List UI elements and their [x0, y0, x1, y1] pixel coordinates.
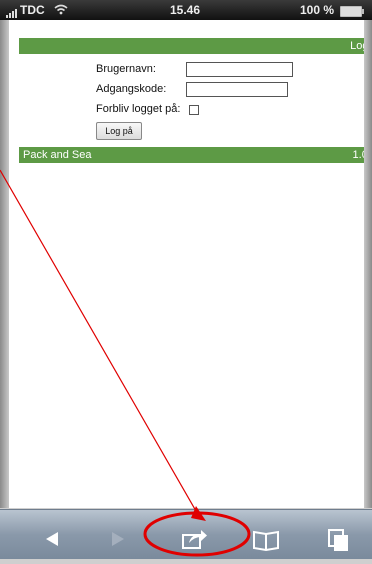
footer-bar: Pack and Sea 1.0.0 — [19, 147, 364, 163]
browser-toolbar — [0, 509, 372, 559]
tabs-icon — [328, 529, 348, 551]
username-label: Brugernavn: — [96, 63, 156, 75]
battery-icon — [340, 6, 364, 17]
wifi-icon — [54, 4, 68, 18]
app-version: 1.0.0 — [352, 149, 364, 161]
back-icon — [46, 532, 58, 546]
back-button[interactable] — [20, 510, 80, 559]
username-field[interactable] — [186, 62, 293, 77]
battery-percent: 100 % — [300, 3, 335, 17]
remember-checkbox[interactable] — [189, 105, 199, 115]
password-label: Adgangskode: — [96, 83, 167, 95]
page-edge-right — [364, 20, 372, 508]
header-bar: Login — [19, 38, 364, 54]
bookmarks-icon — [253, 530, 279, 552]
log-pa-button[interactable]: Log på — [96, 122, 142, 140]
signal-icon — [6, 4, 18, 18]
share-button[interactable] — [163, 510, 223, 559]
forward-button[interactable] — [90, 510, 150, 559]
status-bar: TDC 15.46 100 % — [0, 0, 372, 20]
login-link[interactable]: Login — [350, 38, 364, 54]
share-icon — [182, 530, 207, 549]
remember-label: Forbliv logget på: — [96, 103, 181, 115]
page-edge-left — [0, 20, 9, 508]
password-field[interactable] — [186, 82, 288, 97]
bookmarks-button[interactable] — [236, 510, 296, 559]
app-name: Pack and Sea — [23, 149, 92, 161]
web-content[interactable]: Login Brugernavn: Adgangskode: Forbliv l… — [9, 20, 364, 508]
clock: 15.46 — [170, 3, 201, 17]
carrier-name: TDC — [20, 3, 45, 17]
tabs-button[interactable] — [308, 510, 368, 559]
carrier: TDC — [6, 3, 68, 18]
forward-icon — [112, 532, 124, 546]
